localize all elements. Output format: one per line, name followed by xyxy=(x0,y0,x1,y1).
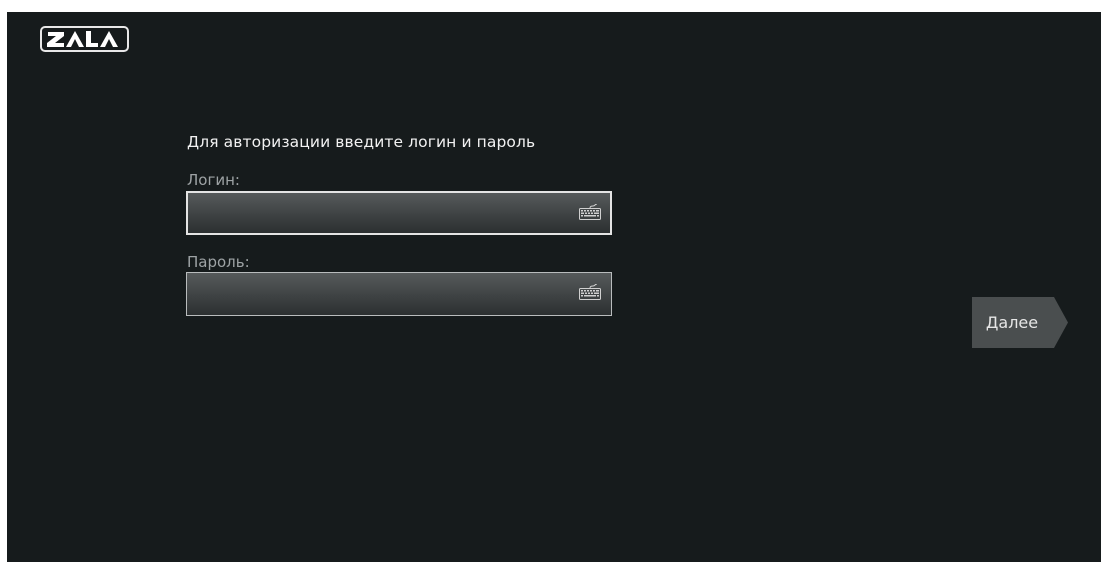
next-button-label: Далее xyxy=(985,313,1039,332)
login-prompt: Для авторизации введите логин и пароль xyxy=(187,133,536,151)
keyboard-icon[interactable] xyxy=(579,204,601,220)
keyboard-icon[interactable] xyxy=(579,284,601,300)
password-input[interactable] xyxy=(186,272,612,316)
zala-logo-mark xyxy=(47,31,118,47)
zala-logo xyxy=(40,26,129,52)
next-button[interactable]: Далее xyxy=(972,297,1068,348)
login-input[interactable] xyxy=(186,191,612,235)
login-label: Логин: xyxy=(187,171,240,189)
password-label: Пароль: xyxy=(187,253,250,271)
tv-login-screen: Для авторизации введите логин и пароль Л… xyxy=(7,12,1101,562)
